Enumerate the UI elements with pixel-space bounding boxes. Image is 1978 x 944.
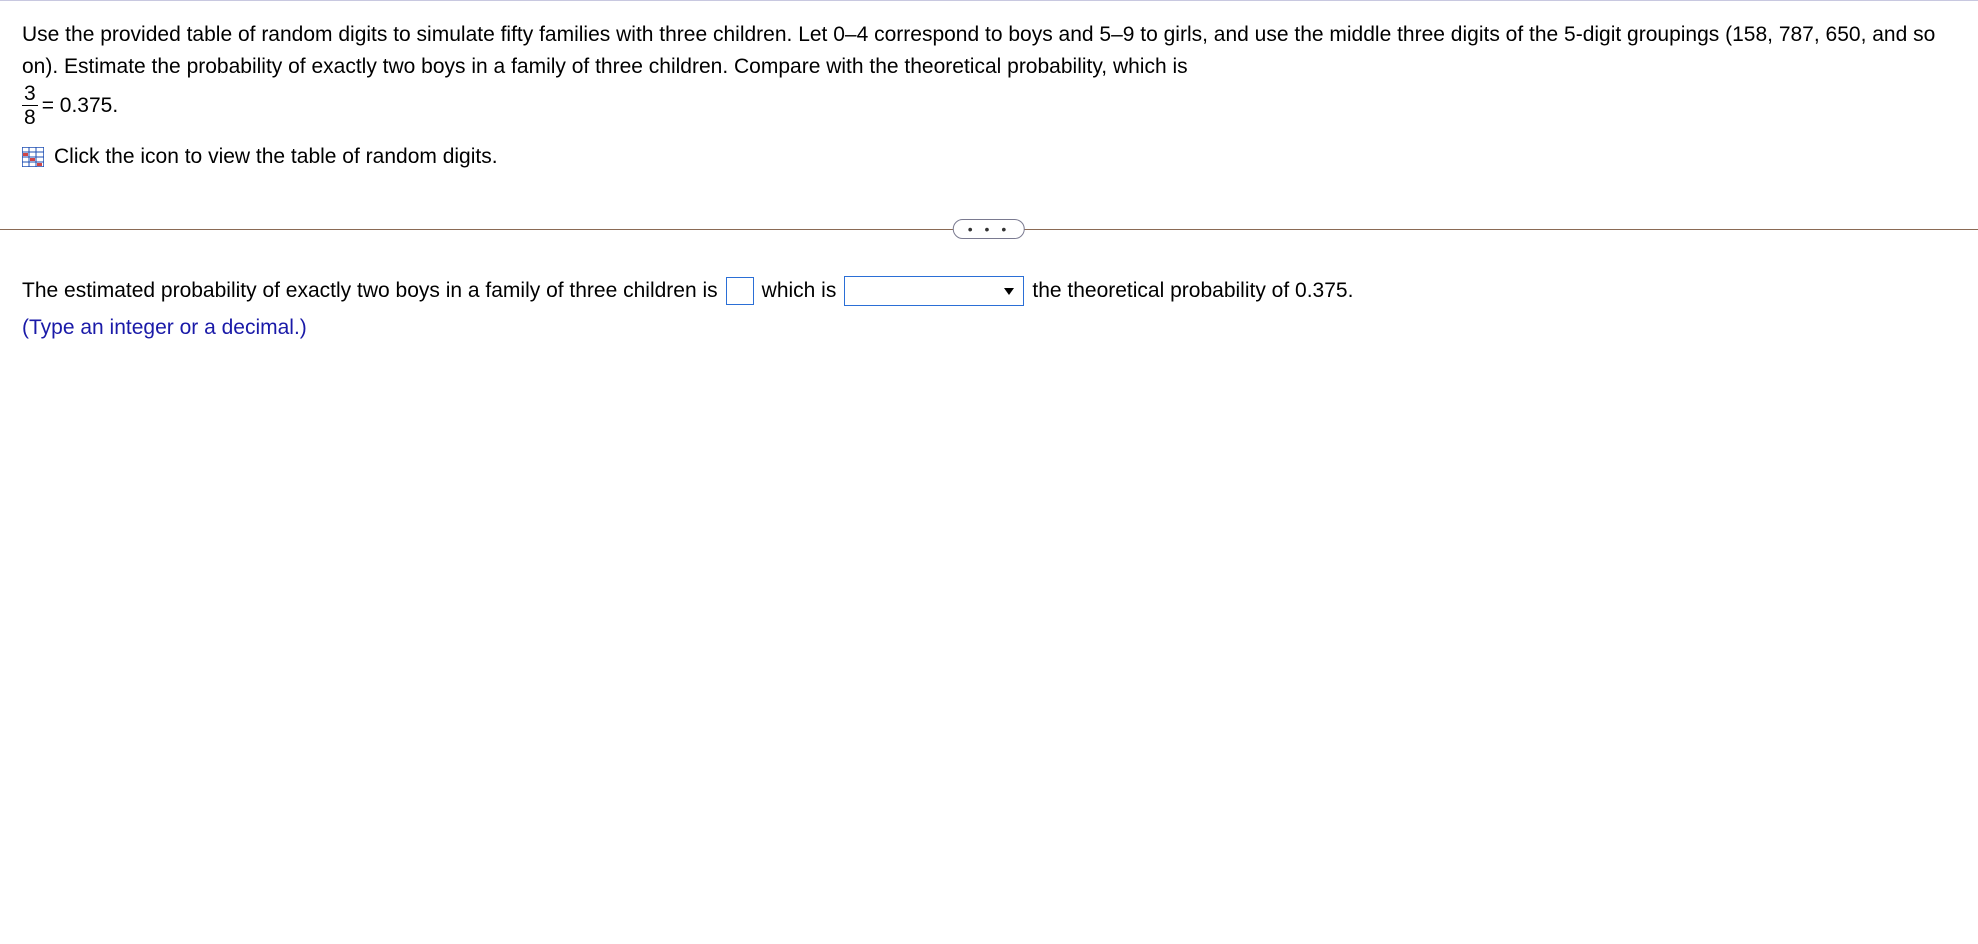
question-paragraph: Use the provided table of random digits …	[22, 19, 1956, 129]
answer-text-between: which is	[762, 270, 837, 312]
table-icon[interactable]	[22, 147, 44, 167]
fraction-numerator: 3	[22, 82, 38, 105]
answer-text-before: The estimated probability of exactly two…	[22, 270, 718, 312]
fraction: 3 8	[22, 82, 38, 129]
question-text-2: = 0.375.	[42, 90, 118, 122]
answer-sentence: The estimated probability of exactly two…	[22, 270, 1956, 312]
chevron-down-icon	[999, 281, 1019, 301]
view-table-row[interactable]: Click the icon to view the table of rand…	[22, 145, 1956, 169]
answer-text-after: the theoretical probability of 0.375.	[1032, 270, 1353, 312]
section-divider: • • •	[0, 219, 1978, 220]
question-text-1: Use the provided table of random digits …	[22, 23, 1935, 78]
comparison-dropdown[interactable]	[844, 276, 1024, 306]
probability-input[interactable]	[726, 277, 754, 305]
expand-pill[interactable]: • • •	[953, 219, 1025, 239]
fraction-denominator: 8	[22, 105, 38, 129]
input-hint: (Type an integer or a decimal.)	[22, 316, 1956, 340]
view-table-text: Click the icon to view the table of rand…	[54, 145, 498, 169]
